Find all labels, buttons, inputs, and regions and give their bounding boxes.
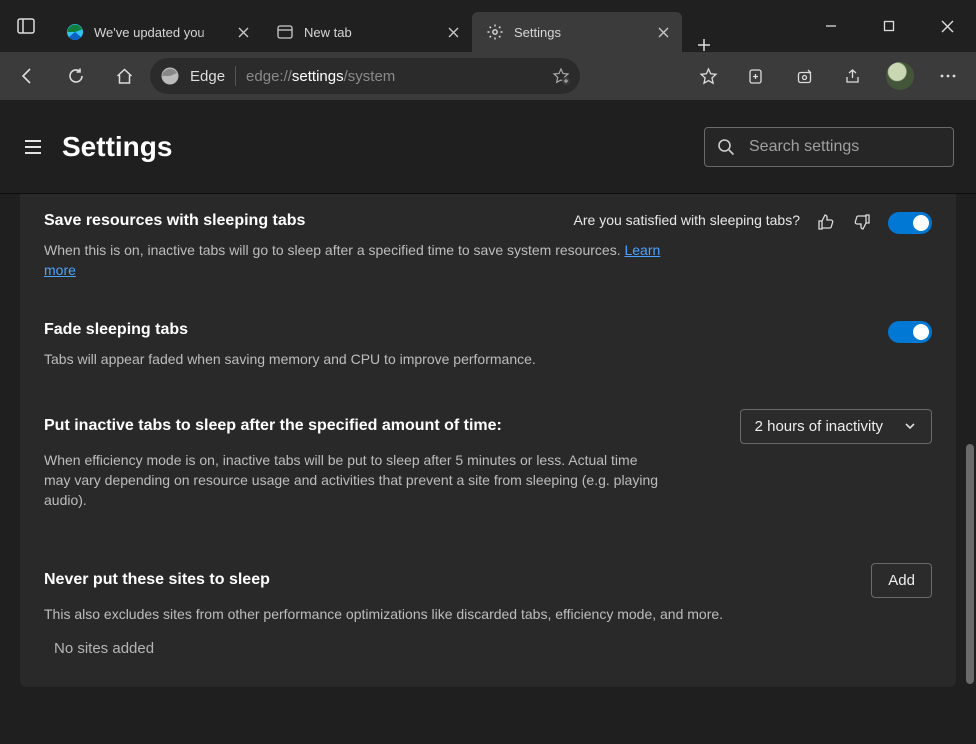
back-button[interactable] bbox=[6, 56, 50, 96]
setting-inactive-sleep: Put inactive tabs to sleep after the spe… bbox=[20, 397, 956, 517]
menu-button[interactable] bbox=[926, 56, 970, 96]
profile-avatar[interactable] bbox=[878, 56, 922, 96]
feedback-prompt: Are you satisfied with sleeping tabs? bbox=[574, 212, 800, 228]
thumbs-up-button[interactable] bbox=[816, 212, 836, 232]
edge-icon bbox=[160, 66, 180, 86]
search-settings-input[interactable] bbox=[749, 138, 941, 156]
tab-close-button[interactable] bbox=[654, 23, 672, 41]
setting-sleeping-tabs: Save resources with sleeping tabs Are yo… bbox=[20, 200, 956, 287]
edge-icon bbox=[66, 23, 84, 41]
setting-description: This also excludes sites from other perf… bbox=[44, 604, 804, 624]
refresh-button[interactable] bbox=[54, 56, 98, 96]
thumbs-down-button[interactable] bbox=[852, 212, 872, 232]
tab-close-button[interactable] bbox=[444, 23, 462, 41]
setting-title: Fade sleeping tabs bbox=[44, 321, 188, 339]
tab-settings[interactable]: Settings bbox=[472, 12, 682, 52]
tab-actions-button[interactable] bbox=[0, 0, 52, 52]
window-maximize-button[interactable] bbox=[860, 0, 918, 52]
tab-title: New tab bbox=[304, 25, 434, 40]
tab-title: Settings bbox=[514, 25, 644, 40]
setting-description: When this is on, inactive tabs will go t… bbox=[44, 240, 684, 281]
hamburger-menu-button[interactable] bbox=[22, 136, 44, 158]
setting-description: When efficiency mode is on, inactive tab… bbox=[44, 450, 664, 511]
add-site-button[interactable]: Add bbox=[871, 563, 932, 598]
tab-close-button[interactable] bbox=[234, 23, 252, 41]
search-settings-box[interactable] bbox=[704, 127, 954, 167]
tab-newtab[interactable]: New tab bbox=[262, 12, 472, 52]
window-minimize-button[interactable] bbox=[802, 0, 860, 52]
share-button[interactable] bbox=[830, 56, 874, 96]
fade-tabs-toggle[interactable] bbox=[888, 321, 932, 343]
search-icon bbox=[717, 138, 735, 156]
setting-never-sleep: Never put these sites to sleep Add This … bbox=[20, 551, 956, 630]
newtab-icon bbox=[276, 23, 294, 41]
browser-label: Edge bbox=[190, 68, 225, 85]
setting-title: Save resources with sleeping tabs bbox=[44, 212, 305, 230]
empty-site-list: No sites added bbox=[20, 630, 956, 657]
dropdown-value: 2 hours of inactivity bbox=[755, 418, 883, 435]
sleep-time-dropdown[interactable]: 2 hours of inactivity bbox=[740, 409, 932, 444]
scrollbar-thumb[interactable] bbox=[966, 444, 974, 684]
address-bar[interactable]: Edge edge://settings/system bbox=[150, 58, 580, 94]
extensions-button[interactable] bbox=[782, 56, 826, 96]
tab-updated[interactable]: We've updated you bbox=[52, 12, 262, 52]
new-tab-button[interactable] bbox=[682, 38, 726, 52]
gear-icon bbox=[486, 23, 504, 41]
setting-title: Never put these sites to sleep bbox=[44, 571, 270, 589]
collections-button[interactable] bbox=[734, 56, 778, 96]
sleeping-tabs-toggle[interactable] bbox=[888, 212, 932, 234]
setting-title: Put inactive tabs to sleep after the spe… bbox=[44, 417, 502, 435]
page-title: Settings bbox=[62, 131, 172, 163]
setting-description: Tabs will appear faded when saving memor… bbox=[44, 349, 684, 369]
home-button[interactable] bbox=[102, 56, 146, 96]
add-favorite-button[interactable] bbox=[552, 67, 570, 85]
separator bbox=[235, 66, 236, 86]
tab-title: We've updated you bbox=[94, 25, 224, 40]
window-close-button[interactable] bbox=[918, 0, 976, 52]
chevron-down-icon bbox=[903, 419, 917, 433]
setting-fade-tabs: Fade sleeping tabs Tabs will appear fade… bbox=[20, 309, 956, 375]
favorites-button[interactable] bbox=[686, 56, 730, 96]
url-text: edge://settings/system bbox=[246, 68, 395, 85]
